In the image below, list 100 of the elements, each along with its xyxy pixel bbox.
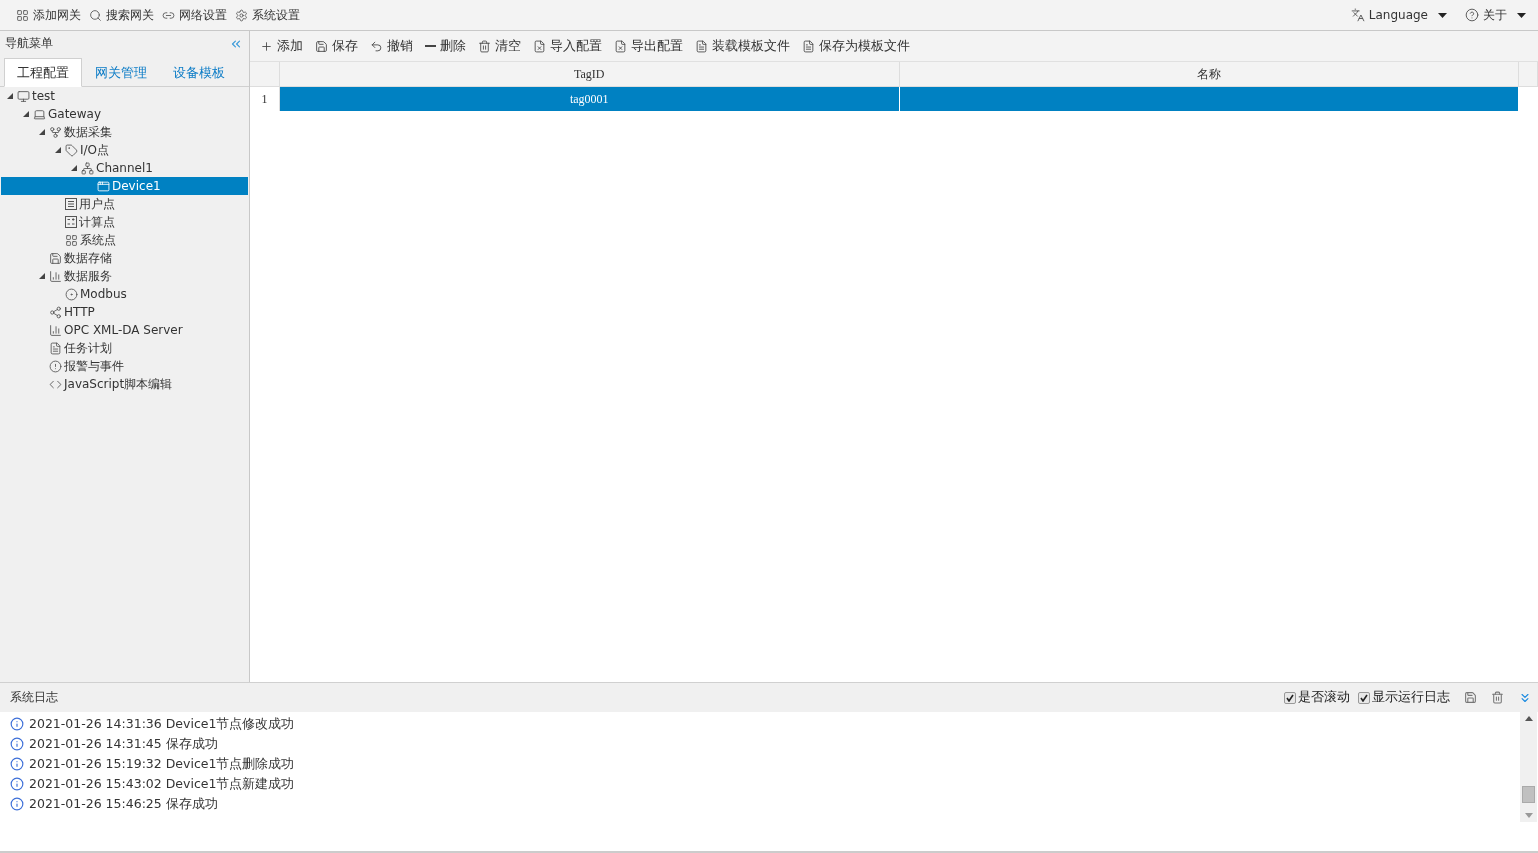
tree-item[interactable]: 数据服务 <box>1 267 248 285</box>
file-icon <box>614 39 627 53</box>
expand-icon[interactable] <box>39 273 45 279</box>
tree-item[interactable]: 报警与事件 <box>1 357 248 375</box>
tree-item[interactable]: Device1 <box>1 177 248 195</box>
toolbar-button[interactable]: 导入配置 <box>529 37 606 55</box>
chart-icon <box>49 323 62 337</box>
grid-icon <box>16 8 29 22</box>
tag-icon <box>65 143 78 157</box>
info-icon <box>10 797 24 811</box>
tree-item-label: test <box>32 89 56 103</box>
tab[interactable]: 设备模板 <box>160 58 238 87</box>
menu-button[interactable]: 添加网关 <box>12 3 85 27</box>
laptop-icon <box>33 107 46 121</box>
menu-button[interactable]: 网络设置 <box>158 3 231 27</box>
tree-item-label: 数据存储 <box>64 249 112 267</box>
info-icon <box>10 717 24 731</box>
minus-icon <box>425 45 436 47</box>
tree-item-label: I/O点 <box>80 141 110 159</box>
tree-item-label: 数据采集 <box>64 123 112 141</box>
toolbar-button[interactable]: 导出配置 <box>610 37 687 55</box>
table-cell: tag0001 <box>280 87 900 111</box>
column-header[interactable]: TagID <box>280 62 900 87</box>
list-icon <box>65 198 77 210</box>
tree-item[interactable]: 系统点 <box>1 231 248 249</box>
checkbox-label: 显示运行日志 <box>1372 689 1450 706</box>
tree-item-label: 任务计划 <box>64 339 112 357</box>
tree-item[interactable]: 计算点 <box>1 213 248 231</box>
document-icon <box>49 341 62 355</box>
expand-icon[interactable] <box>39 129 45 135</box>
help-icon <box>1465 8 1479 22</box>
tree-item-label: 用户点 <box>79 195 115 213</box>
network-icon <box>81 161 94 175</box>
settings-icon <box>235 8 248 22</box>
expand-icon[interactable] <box>55 147 61 153</box>
tree-item[interactable]: Channel1 <box>1 159 248 177</box>
monitor-icon <box>17 89 30 103</box>
expand-icon[interactable] <box>23 111 29 117</box>
document-icon <box>695 39 708 53</box>
tree-item[interactable]: 数据存储 <box>1 249 248 267</box>
grid-icon <box>65 233 78 247</box>
toolbar-button[interactable]: 保存 <box>311 37 362 55</box>
toolbar-button[interactable]: 装载模板文件 <box>691 37 794 55</box>
save-icon <box>315 39 328 53</box>
menu-dropdown[interactable]: Language <box>1346 3 1451 27</box>
tree-item-label: Gateway <box>48 107 101 121</box>
caret-icon <box>1438 12 1447 18</box>
tree-item[interactable]: OPC XML-DA Server <box>1 321 248 339</box>
tree-item[interactable]: test <box>1 87 248 105</box>
scrollbar[interactable] <box>1520 712 1537 822</box>
menu-dropdown[interactable]: 关于 <box>1461 3 1530 27</box>
log-entry: 2021-01-26 15:46:25 保存成功 <box>29 795 218 813</box>
toolbar-button[interactable]: 添加 <box>256 37 307 55</box>
log-entry: 2021-01-26 15:43:02 Device1节点新建成功 <box>29 775 295 793</box>
tree-item-label: Device1 <box>112 179 161 193</box>
tree-item-label: Modbus <box>80 287 127 301</box>
circle-icon <box>65 287 78 301</box>
checkbox[interactable] <box>1284 691 1296 704</box>
search-icon <box>89 8 102 22</box>
menu-button[interactable]: 搜索网关 <box>85 3 158 27</box>
save-icon[interactable] <box>1464 691 1477 704</box>
trash-icon[interactable] <box>1491 691 1504 704</box>
tree-item[interactable]: 数据采集 <box>1 123 248 141</box>
log-entry: 2021-01-26 15:19:32 Device1节点删除成功 <box>29 755 295 773</box>
toolbar-button[interactable]: 撤销 <box>366 37 417 55</box>
alert-icon <box>49 359 62 373</box>
tree-item[interactable]: 任务计划 <box>1 339 248 357</box>
tree-item-label: OPC XML-DA Server <box>64 323 183 337</box>
save-icon <box>49 251 62 265</box>
document-icon <box>802 39 815 53</box>
tree-item[interactable]: JavaScript脚本编辑 <box>1 375 248 393</box>
tree-item-label: JavaScript脚本编辑 <box>64 375 173 393</box>
expand-icon[interactable] <box>71 165 77 171</box>
expand-icon[interactable] <box>7 93 13 99</box>
info-icon <box>10 757 24 771</box>
log-entry: 2021-01-26 14:31:36 Device1节点修改成功 <box>29 715 295 733</box>
toolbar-button[interactable]: 清空 <box>474 37 525 55</box>
menu-button[interactable]: 系统设置 <box>231 3 304 27</box>
tree-item-label: HTTP <box>64 305 95 319</box>
undo-icon <box>370 39 383 53</box>
tree-item[interactable]: I/O点 <box>1 141 248 159</box>
toolbar-button[interactable]: 删除 <box>421 37 470 55</box>
plus-icon <box>260 39 273 53</box>
check-icon <box>1360 693 1368 702</box>
chart-icon <box>49 269 62 283</box>
tree-item-label: 系统点 <box>80 231 116 249</box>
tab[interactable]: 网关管理 <box>82 58 160 87</box>
share-icon <box>49 305 62 319</box>
file-icon <box>533 39 546 53</box>
column-header[interactable]: 名称 <box>899 62 1519 87</box>
fork-icon <box>49 125 62 139</box>
info-icon <box>10 737 24 751</box>
toolbar-button[interactable]: 保存为模板文件 <box>798 37 914 55</box>
tree-item[interactable]: Gateway <box>1 105 248 123</box>
checkbox[interactable] <box>1358 691 1370 704</box>
tab[interactable]: 工程配置 <box>4 58 82 87</box>
tree-item-label: 计算点 <box>79 213 115 231</box>
tree-item[interactable]: 用户点 <box>1 195 248 213</box>
tree-item[interactable]: Modbus <box>1 285 248 303</box>
tree-item[interactable]: HTTP <box>1 303 248 321</box>
